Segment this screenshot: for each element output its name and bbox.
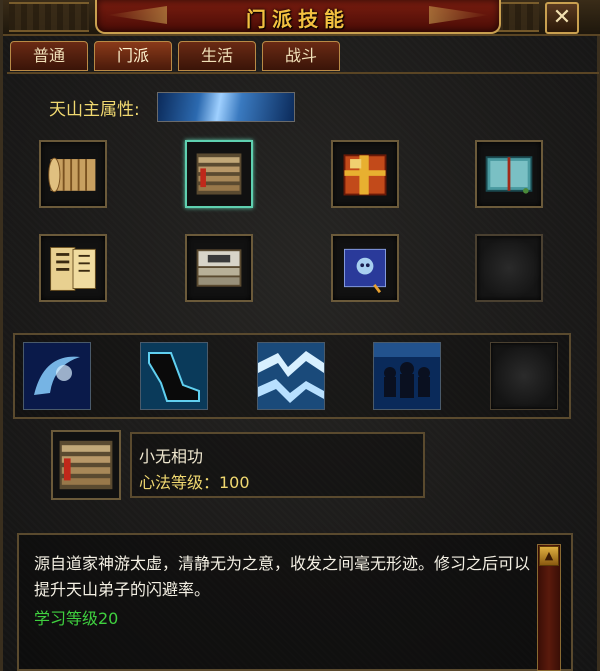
title-plate: 门派技能 <box>95 0 501 34</box>
close-icon: ✕ <box>552 5 572 30</box>
skill-slot-5[interactable] <box>490 342 558 410</box>
ice-attribute-icon <box>157 92 295 122</box>
book-slot-8[interactable] <box>475 234 543 302</box>
kick-skill-icon <box>141 343 207 409</box>
grey-tomb-book-icon <box>196 249 242 287</box>
ice-swirl-skill-icon <box>24 343 90 409</box>
skill-slot-3[interactable] <box>257 342 325 410</box>
book-slot-1[interactable] <box>39 140 107 208</box>
window-title: 门派技能 <box>246 7 350 31</box>
tab-sect[interactable]: 门派 <box>94 41 172 71</box>
skill-slot-2[interactable] <box>140 342 208 410</box>
ice-wave-skill-icon <box>258 343 324 409</box>
blue-book-icon <box>485 156 533 194</box>
book-slot-7[interactable] <box>331 234 399 302</box>
skill-slot-1[interactable] <box>23 342 91 410</box>
description-scrollbar[interactable]: ▲ <box>537 544 561 671</box>
skill-bar <box>13 333 571 419</box>
tab-life[interactable]: 生活 <box>178 41 256 71</box>
skill-slot-4[interactable] <box>373 342 441 410</box>
book-slot-6[interactable] <box>185 234 253 302</box>
book-slot-3[interactable] <box>331 140 399 208</box>
tab-combat[interactable]: 战斗 <box>262 41 340 71</box>
book-slot-5[interactable] <box>39 234 107 302</box>
red-tied-book-icon <box>343 154 387 196</box>
skill-panel: 门派技能 ✕ 普通 门派 生活 战斗 天山主属性: 小无相功 心法等级：100 … <box>0 0 600 671</box>
learn-requirement: 学习等级20 <box>34 609 119 628</box>
shadow-figures-skill-icon <box>374 343 440 409</box>
selected-skill-info: 小无相功 心法等级：100 <box>130 432 425 498</box>
close-button[interactable]: ✕ <box>545 2 579 34</box>
skill-description: 源自道家神游太虚，清静无为之意，收发之间毫无形迹。修习之后可以提升天山弟子的闪避… <box>34 554 531 599</box>
book-slot-4[interactable] <box>475 140 543 208</box>
skill-name: 小无相功 <box>139 447 204 466</box>
blue-skull-scroll-icon <box>344 248 386 294</box>
left-ornament <box>9 2 89 32</box>
selected-skill-icon <box>51 430 121 500</box>
red-tomb-book-icon <box>59 440 113 490</box>
tab-common[interactable]: 普通 <box>10 41 88 71</box>
yellow-scroll-book-icon <box>50 247 96 291</box>
tab-divider <box>7 72 599 74</box>
description-box: 源自道家神游太虚，清静无为之意，收发之间毫无形迹。修习之后可以提升天山弟子的闪避… <box>17 533 573 671</box>
red-tomb-book-icon <box>196 153 242 195</box>
bamboo-scroll-icon <box>48 157 96 193</box>
attribute-label: 天山主属性: <box>49 100 140 120</box>
skill-level: 心法等级：100 <box>139 473 250 492</box>
title-bar[interactable]: 门派技能 ✕ <box>3 0 600 36</box>
book-slot-2[interactable] <box>185 140 253 208</box>
scroll-up-arrow-icon[interactable]: ▲ <box>539 546 559 566</box>
